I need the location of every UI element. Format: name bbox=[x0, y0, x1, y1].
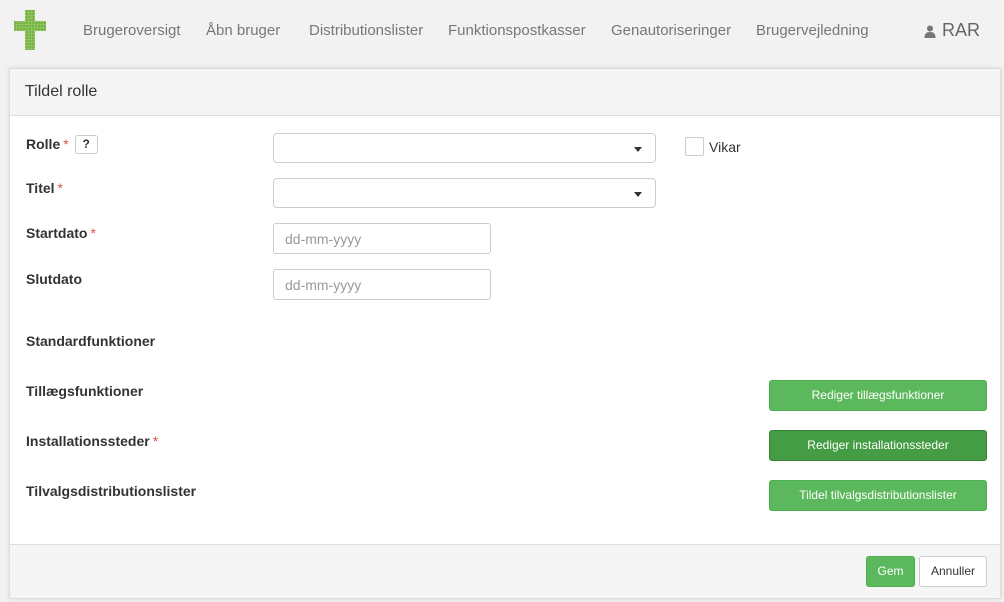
nav-brugeroversigt[interactable]: Brugeroversigt bbox=[83, 22, 181, 39]
save-button[interactable]: Gem bbox=[866, 556, 915, 587]
nav-genautoriseringer[interactable]: Genautoriseringer bbox=[611, 22, 731, 39]
assign-distribution-lists-button[interactable]: Tildel tilvalgsdistributionslister bbox=[769, 480, 987, 511]
panel-heading: Tildel rolle bbox=[10, 69, 1000, 116]
rolle-label: Rolle bbox=[26, 136, 61, 152]
caret-down-icon bbox=[634, 192, 642, 197]
startdato-label-row: Startdato * bbox=[26, 225, 96, 241]
assign-role-panel: Tildel rolle Rolle *? Vikar Titel * Startd… bbox=[9, 68, 1001, 599]
startdato-input[interactable] bbox=[273, 223, 491, 254]
required-marker: * bbox=[63, 136, 69, 152]
slutdato-label: Slutdato bbox=[26, 271, 82, 287]
edit-installationssteder-button[interactable]: Rediger installationssteder bbox=[769, 430, 987, 461]
cancel-button[interactable]: Annuller bbox=[919, 556, 987, 587]
panel-title: Tildel rolle bbox=[25, 83, 98, 100]
rolle-label-row: Rolle *? bbox=[26, 135, 98, 154]
user-icon bbox=[924, 25, 936, 38]
top-navbar: Brugeroversigt Åbn bruger Distributionsl… bbox=[0, 0, 1004, 62]
user-menu[interactable]: RAR bbox=[924, 20, 980, 41]
nav-funktionspostkasser[interactable]: Funktionspostkasser bbox=[448, 22, 586, 39]
required-marker: * bbox=[152, 433, 159, 449]
green-cross-logo[interactable] bbox=[12, 8, 48, 52]
rolle-select[interactable] bbox=[273, 133, 656, 163]
required-marker: * bbox=[57, 180, 63, 196]
panel-footer: Gem Annuller bbox=[10, 544, 1000, 598]
slutdato-input[interactable] bbox=[273, 269, 491, 300]
startdato-label: Startdato bbox=[26, 225, 88, 241]
standardfunktioner-label: Standardfunktioner bbox=[26, 333, 156, 349]
slutdato-label-row: Slutdato bbox=[26, 271, 82, 287]
help-button[interactable]: ? bbox=[74, 135, 98, 154]
titel-select[interactable] bbox=[273, 178, 656, 208]
required-marker: * bbox=[90, 225, 96, 241]
installationssteder-label-row: Installationssteder * bbox=[26, 433, 158, 449]
edit-tillaegsfunktioner-button[interactable]: Rediger tillægsfunktioner bbox=[769, 380, 987, 411]
caret-down-icon bbox=[634, 147, 642, 152]
titel-label-row: Titel * bbox=[26, 180, 63, 196]
user-initials: RAR bbox=[941, 20, 980, 40]
nav-brugervejledning[interactable]: Brugervejledning bbox=[756, 22, 869, 39]
vikar-label: Vikar bbox=[709, 138, 741, 155]
installationssteder-label: Installationssteder bbox=[26, 433, 150, 449]
titel-label: Titel bbox=[26, 180, 55, 196]
tilvalgsdistributionslister-label: Tilvalgsdistributionslister bbox=[26, 483, 197, 499]
vikar-checkbox[interactable] bbox=[685, 137, 704, 156]
nav-distributionslister[interactable]: Distributionslister bbox=[309, 22, 423, 39]
tillaegsfunktioner-label: Tillægsfunktioner bbox=[26, 383, 144, 399]
vikar-option[interactable]: Vikar bbox=[685, 137, 741, 156]
nav-aabn-bruger[interactable]: Åbn bruger bbox=[206, 22, 280, 39]
